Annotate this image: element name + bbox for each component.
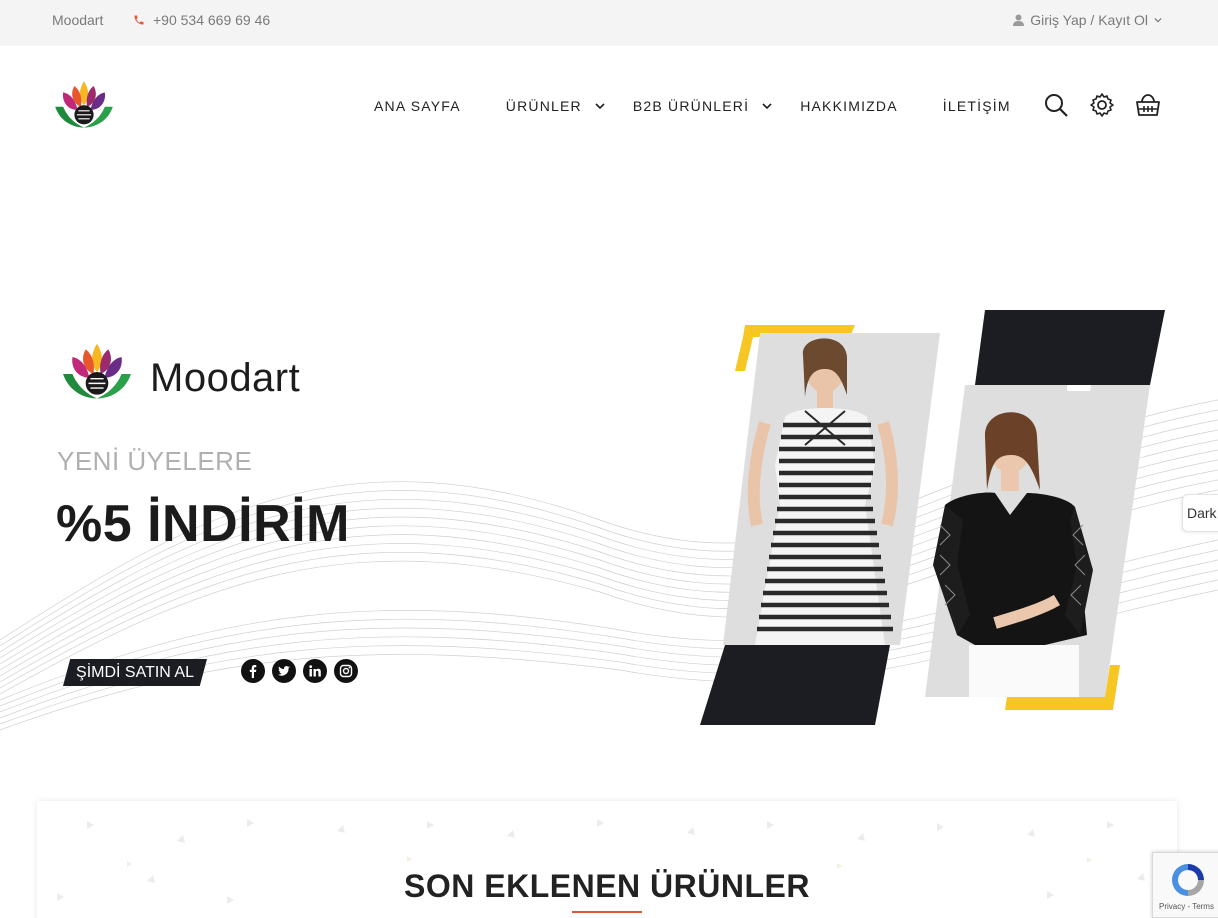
login-register-link: Giriş Yap / Kayıt Ol [1030, 12, 1148, 28]
phone-icon [134, 15, 144, 25]
recaptcha-badge[interactable]: Privacy - Terms [1152, 852, 1218, 918]
moodart-hero-logo [63, 343, 131, 399]
chevron-down-icon [762, 103, 772, 110]
dark-accent-bottom-1 [700, 645, 890, 725]
latest-products-section: SON EKLENEN ÜRÜNLER [37, 801, 1177, 918]
account-menu[interactable]: Giriş Yap / Kayıt Ol [1013, 12, 1162, 28]
instagram-icon[interactable] [334, 659, 358, 683]
twitter-icon[interactable] [272, 659, 296, 683]
moodart-logo[interactable] [52, 78, 116, 134]
phone-number: +90 534 669 69 46 [153, 12, 271, 28]
top-bar-brand[interactable]: Moodart [52, 12, 103, 28]
dark-mode-toggle[interactable]: Dark [1182, 494, 1218, 532]
recaptcha-icon [1172, 864, 1204, 896]
buy-now-button[interactable]: ŞİMDİ SATIN AL [63, 659, 207, 686]
chevron-down-icon [595, 103, 605, 110]
hero-product-collage [700, 310, 1165, 725]
nav-about[interactable]: HAKKIMIZDA [800, 98, 898, 114]
nav-b2b-products[interactable]: B2B ÜRÜNLERİ [633, 98, 773, 114]
section-title: SON EKLENEN ÜRÜNLER [404, 868, 810, 904]
nav-home[interactable]: ANA SAYFA [374, 98, 461, 114]
nav-contact[interactable]: İLETİŞİM [943, 98, 1011, 114]
top-bar: Moodart +90 534 669 69 46 Giriş Yap / Ka… [0, 0, 1218, 46]
dark-accent-top-2 [975, 310, 1165, 385]
title-underline [572, 911, 642, 913]
nav-products[interactable]: ÜRÜNLER [506, 98, 606, 114]
recaptcha-links: Privacy - Terms [1159, 902, 1214, 911]
facebook-icon[interactable] [241, 659, 265, 683]
hero-headline: %5 İNDİRİM [56, 495, 350, 553]
search-icon[interactable] [1043, 92, 1069, 118]
top-bar-phone[interactable]: +90 534 669 69 46 [133, 12, 270, 28]
header-actions [1043, 92, 1161, 118]
settings-gear-icon[interactable] [1089, 92, 1115, 118]
chevron-down-icon [1154, 17, 1162, 23]
shopping-basket-icon[interactable] [1135, 92, 1161, 118]
social-links [241, 659, 358, 683]
linkedin-icon[interactable] [303, 659, 327, 683]
yellow-accent-bottom [1005, 697, 1115, 710]
main-nav: ANA SAYFA ÜRÜNLER B2B ÜRÜNLERİ HAKKIMIZD… [374, 98, 1011, 114]
hero-logo-text: Moodart [150, 356, 301, 400]
hero-tagline: YENİ ÜYELERE [57, 446, 253, 476]
user-icon [1013, 14, 1025, 26]
